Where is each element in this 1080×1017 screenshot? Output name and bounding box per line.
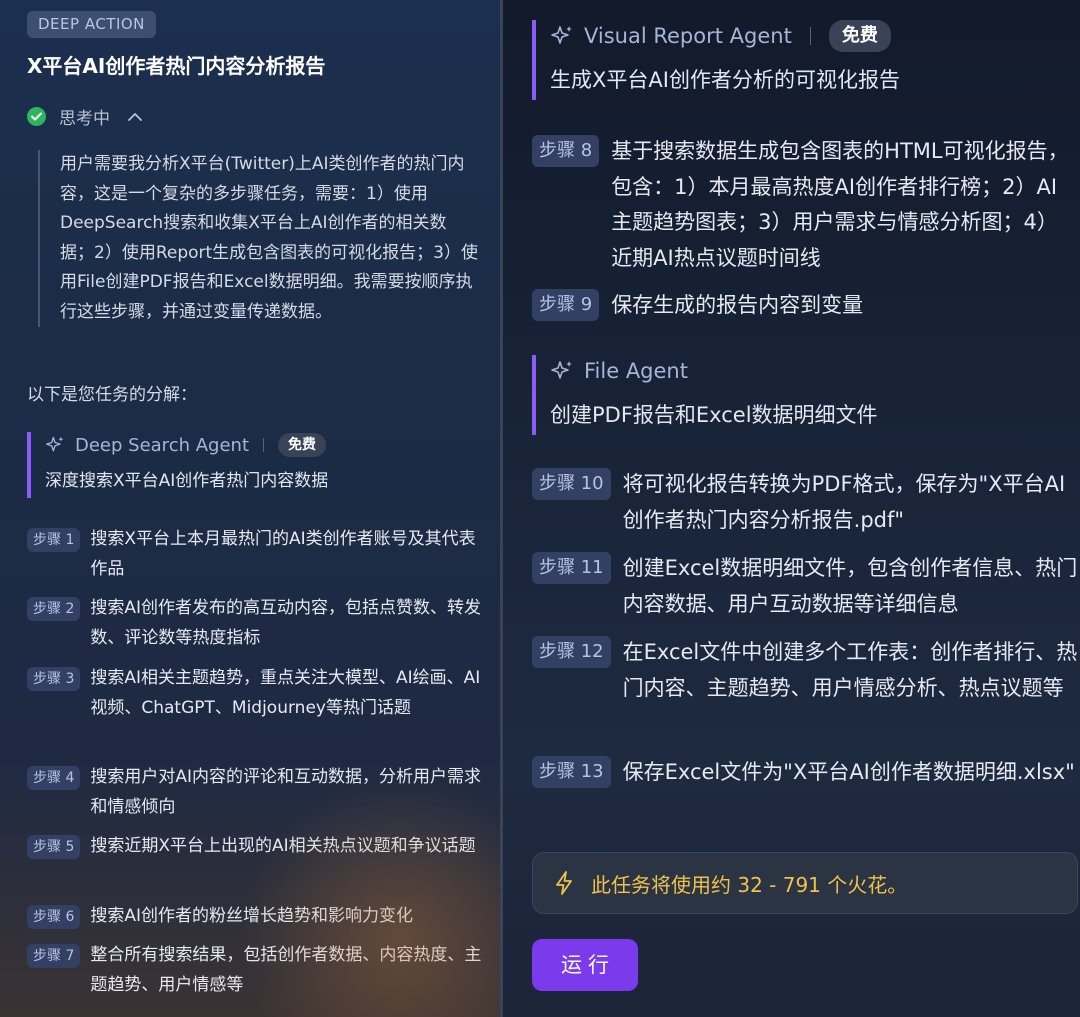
step-item: 步骤 13 保存Excel文件为"X平台AI创作者数据明细.xlsx" (532, 755, 1078, 791)
step-item: 步骤 7 整合所有搜索结果，包括创作者数据、内容热度、主题趋势、用户情感等 (27, 941, 487, 1000)
step-tag: 步骤 3 (27, 667, 81, 691)
step-tag: 步骤 9 (532, 289, 600, 321)
sparkle-icon (550, 24, 574, 48)
step-tag: 步骤 5 (27, 835, 81, 859)
step-item: 步骤 10 将可视化报告转换为PDF格式，保存为"X平台AI创作者热门内容分析报… (532, 467, 1078, 538)
chevron-up-icon[interactable] (128, 112, 142, 121)
step-item: 步骤 6 搜索AI创作者的粉丝增长趋势和影响力变化 (27, 902, 487, 932)
step-tag: 步骤 4 (27, 766, 81, 790)
step-text: 搜索AI相关主题趋势，重点关注大模型、AI绘画、AI视频、ChatGPT、Mid… (90, 668, 481, 718)
agent-desc: 深度搜索X平台AI创作者热门内容数据 (45, 471, 329, 491)
run-button[interactable]: 运行 (532, 939, 638, 991)
step-text: 保存生成的报告内容到变量 (611, 293, 864, 317)
check-circle-icon (27, 106, 46, 126)
step-text: 基于搜索数据生成包含图表的HTML可视化报告，包含：1）本月最高热度AI创作者排… (611, 139, 1069, 270)
free-badge: 免费 (828, 20, 891, 52)
step-tag: 步骤 7 (27, 944, 81, 968)
step-tag: 步骤 13 (532, 756, 611, 788)
lightning-bolt-icon (555, 871, 573, 895)
step-tag: 步骤 6 (27, 905, 81, 929)
agent-desc: 创建PDF报告和Excel数据明细文件 (550, 403, 878, 427)
step-item: 步骤 9 保存生成的报告内容到变量 (532, 288, 1078, 324)
sparkle-icon (550, 359, 574, 383)
step-tag: 步骤 10 (532, 468, 611, 500)
step-item: 步骤 3 搜索AI相关主题趋势，重点关注大模型、AI绘画、AI视频、ChatGP… (27, 664, 487, 723)
step-item: 步骤 12 在Excel文件中创建多个工作表：创作者排行、热门内容、主题趋势、用… (532, 635, 1078, 706)
sparkle-icon (45, 435, 65, 455)
step-item: 步骤 11 创建Excel数据明细文件，包含创作者信息、热门内容数据、用户互动数… (532, 551, 1078, 622)
thinking-label: 思考中 (59, 108, 110, 129)
step-text: 搜索用户对AI内容的评论和互动数据，分析用户需求和情感倾向 (90, 767, 482, 817)
step-item: 步骤 1 搜索X平台上本月最热门的AI类创作者账号及其代表作品 (27, 525, 487, 584)
visual-report-agent-card: Visual Report Agent 免费 生成X平台AI创作者分析的可视化报… (532, 20, 1072, 100)
breakdown-label: 以下是您任务的分解： (27, 385, 197, 405)
step-item: 步骤 4 搜索用户对AI内容的评论和互动数据，分析用户需求和情感倾向 (27, 763, 487, 822)
step-text: 保存Excel文件为"X平台AI创作者数据明细.xlsx" (622, 760, 1075, 784)
separator (263, 438, 264, 452)
page-title: X平台AI创作者热门内容分析报告 (27, 54, 326, 78)
step-text: 搜索近期X平台上出现的AI相关热点议题和争议话题 (90, 836, 476, 856)
thinking-toggle[interactable]: 思考中 (27, 104, 142, 129)
thinking-content: 用户需要我分析X平台(Twitter)上AI类创作者的热门内容，这是一个复杂的多… (38, 150, 478, 327)
step-text: 整合所有搜索结果，包括创作者数据、内容热度、主题趋势、用户情感等 (90, 945, 482, 995)
agent-name: File Agent (584, 359, 688, 383)
agent-name: Visual Report Agent (584, 24, 792, 48)
step-tag: 步骤 8 (532, 135, 600, 167)
step-tag: 步骤 12 (532, 636, 611, 668)
step-item: 步骤 2 搜索AI创作者发布的高互动内容，包括点赞数、转发数、评论数等热度指标 (27, 594, 487, 653)
cost-notice: 此任务将使用约 32 - 791 个火花。 (532, 852, 1078, 914)
step-tag: 步骤 2 (27, 597, 81, 621)
step-text: 在Excel文件中创建多个工作表：创作者排行、热门内容、主题趋势、用户情感分析、… (622, 640, 1078, 700)
step-text: 将可视化报告转换为PDF格式，保存为"X平台AI创作者热门内容分析报告.pdf" (622, 472, 1066, 532)
step-text: 搜索AI创作者发布的高互动内容，包括点赞数、转发数、评论数等热度指标 (90, 598, 482, 648)
left-panel: DEEP ACTION X平台AI创作者热门内容分析报告 思考中 用户需要我分析… (0, 0, 500, 1017)
separator (809, 27, 811, 45)
free-badge: 免费 (278, 433, 326, 457)
deep-action-badge: DEEP ACTION (27, 11, 156, 38)
step-text: 搜索AI创作者的粉丝增长趋势和影响力变化 (90, 906, 414, 926)
step-item: 步骤 8 基于搜索数据生成包含图表的HTML可视化报告，包含：1）本月最高热度A… (532, 134, 1078, 276)
deep-search-agent-card: Deep Search Agent 免费 深度搜索X平台AI创作者热门内容数据 (27, 432, 487, 498)
step-tag: 步骤 1 (27, 528, 81, 552)
notice-text: 此任务将使用约 32 - 791 个火花。 (591, 872, 908, 897)
step-text: 搜索X平台上本月最热门的AI类创作者账号及其代表作品 (90, 529, 476, 579)
agent-desc: 生成X平台AI创作者分析的可视化报告 (550, 68, 900, 92)
step-item: 步骤 5 搜索近期X平台上出现的AI相关热点议题和争议话题 (27, 832, 487, 862)
agent-name: Deep Search Agent (75, 434, 249, 456)
step-tag: 步骤 11 (532, 552, 611, 584)
file-agent-card: File Agent 创建PDF报告和Excel数据明细文件 (532, 355, 1072, 435)
step-text: 创建Excel数据明细文件，包含创作者信息、热门内容数据、用户互动数据等详细信息 (622, 556, 1078, 616)
